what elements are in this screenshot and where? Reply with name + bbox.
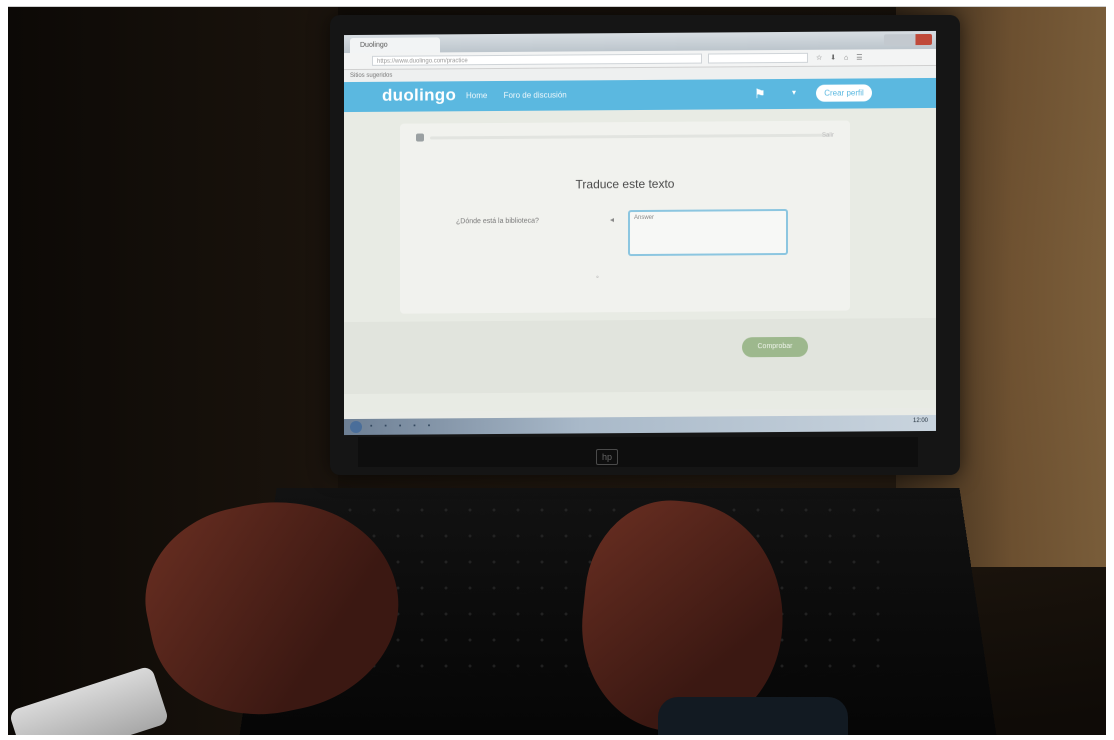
right-sleeve: [658, 697, 848, 735]
photo: hp Duolingo https://www.duolingo.com/pra…: [8, 6, 1106, 735]
speaker-icon[interactable]: ◂: [610, 215, 614, 224]
laptop-hinge: [358, 437, 918, 467]
chevron-down-icon[interactable]: ▾: [792, 88, 796, 97]
nav-forum[interactable]: Foro de discusión: [504, 91, 567, 100]
toolbar-icons[interactable]: ☆ ⬇ ⌂ ☰: [816, 53, 865, 61]
duolingo-nav: Home Foro de discusión: [466, 90, 581, 101]
lesson-footer: Comprobar: [344, 317, 936, 395]
flag-icon[interactable]: ⚑: [754, 86, 766, 102]
laptop-screen: Duolingo https://www.duolingo.com/practi…: [344, 30, 936, 436]
taskbar-clock[interactable]: 12:00: [913, 418, 928, 424]
address-bar[interactable]: https://www.duolingo.com/practice: [372, 53, 702, 66]
duolingo-logo[interactable]: duolingo: [382, 85, 456, 106]
progress-bar: [430, 133, 830, 140]
window-controls[interactable]: [884, 33, 932, 46]
nav-home[interactable]: Home: [466, 91, 487, 100]
start-button[interactable]: [350, 420, 362, 434]
browser-tab[interactable]: Duolingo: [350, 37, 440, 54]
hp-logo: hp: [596, 449, 618, 465]
taskbar-apps[interactable]: ▪ ▪ ▪ ▪ ▪: [370, 422, 435, 429]
answer-textarea[interactable]: Answer: [628, 208, 788, 257]
instruction-title: Traduce este texto: [575, 176, 675, 192]
lesson-card: Salir Traduce este texto ¿Dónde está la …: [400, 120, 850, 314]
create-profile-button[interactable]: Crear perfil: [816, 84, 872, 102]
lesson-area: Salir Traduce este texto ¿Dónde está la …: [344, 107, 936, 413]
quit-link[interactable]: Salir: [822, 133, 834, 139]
check-button[interactable]: Comprobar: [742, 336, 808, 358]
tip-icon[interactable]: ◦: [596, 272, 599, 281]
source-sentence: ¿Dónde está la biblioteca?: [456, 217, 539, 226]
duolingo-header: duolingo Home Foro de discusión ⚑ ▾ Crea…: [344, 77, 936, 113]
progress-icon: [416, 133, 424, 142]
search-input[interactable]: [708, 52, 808, 64]
